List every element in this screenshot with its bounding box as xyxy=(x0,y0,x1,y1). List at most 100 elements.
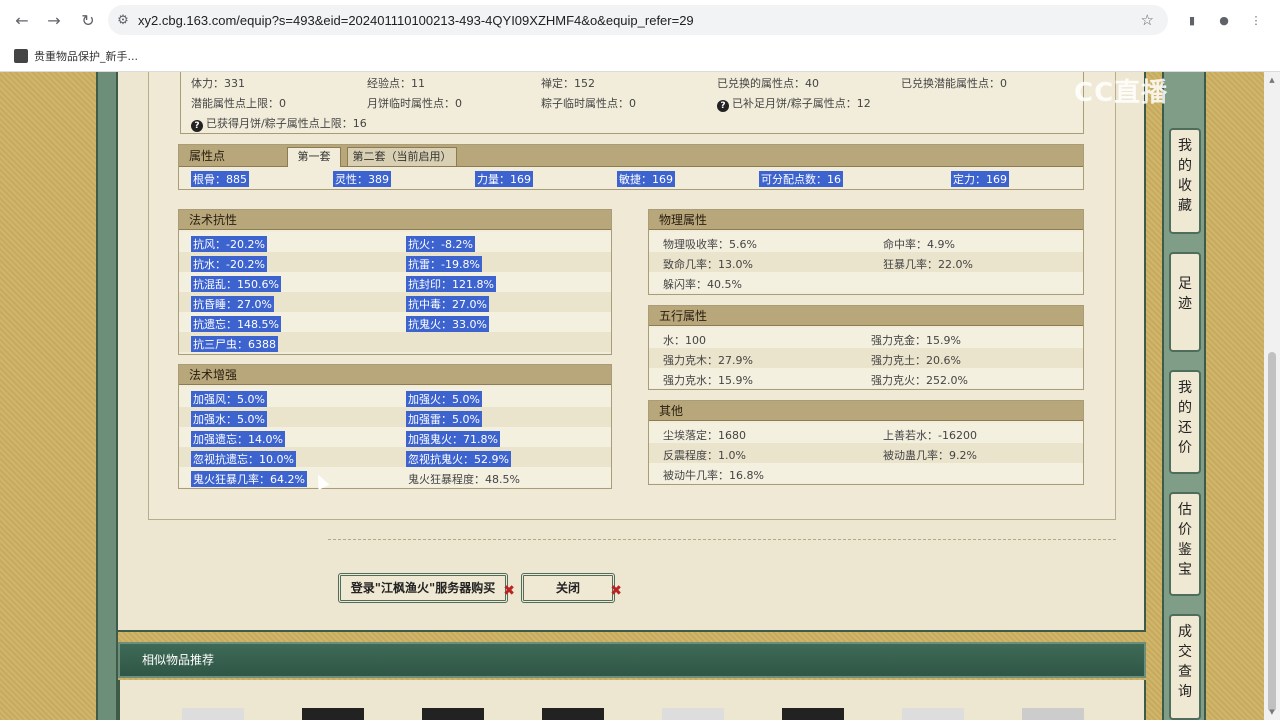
stat-text: 已兑换潜能属性点：0 xyxy=(901,77,1007,90)
enhance-box: 法术增强 加强风：5.0% 加强水：5.0% 加强遗忘：14.0% 忽视抗遗忘：… xyxy=(178,364,612,489)
item-thumbnail[interactable] xyxy=(302,708,364,720)
scrollbar-thumb[interactable] xyxy=(1268,352,1276,712)
physical-box: 物理属性 物理吸收率：5.6% 致命几率：13.0% 躲闪率：40.5% 命中率… xyxy=(648,209,1084,295)
login-buy-button[interactable]: 登录"江枫渔火"服务器购买 ✖ xyxy=(338,573,515,603)
attr-value: 敏捷：169 xyxy=(617,171,675,187)
scroll-down-icon[interactable]: ▼ xyxy=(1268,708,1276,716)
menu-kebab-icon[interactable]: ⋮ xyxy=(1244,8,1268,32)
url-text[interactable]: xy2.cbg.163.com/equip?s=493&eid=20240111… xyxy=(138,13,694,28)
physical-value: 物理吸收率：5.6% xyxy=(663,238,757,251)
browser-chrome: ← → ↻ ⚙ xy2.cbg.163.com/equip?s=493&eid=… xyxy=(0,0,1280,72)
item-thumbnail[interactable] xyxy=(1022,708,1084,720)
left-frame xyxy=(96,72,118,720)
resist-value: 抗封印：121.8% xyxy=(406,276,496,292)
divider xyxy=(328,539,1116,540)
resist-value: 抗三尸虫：6388 xyxy=(191,336,278,352)
browser-toolbar: ← → ↻ ⚙ xy2.cbg.163.com/equip?s=493&eid=… xyxy=(0,0,1280,40)
item-thumbnail[interactable] xyxy=(542,708,604,720)
stat-text: ? 已补足月饼/粽子属性点：12 xyxy=(717,95,871,112)
page-content: 体力：331 经验点：11 禅定：152 已兑换的属性点：40 已兑换潜能属性点… xyxy=(0,72,1264,720)
recommend-header: 相似物品推荐 xyxy=(118,642,1146,678)
stat-text: 经验点：11 xyxy=(367,77,425,90)
enhance-title: 法术增强 xyxy=(179,365,611,385)
stat-text-value: 已获得月饼/粽子属性点上限：16 xyxy=(206,117,367,130)
elements-title: 五行属性 xyxy=(649,306,1083,326)
bookmark-star-icon[interactable]: ☆ xyxy=(1141,11,1154,29)
side-menu-label: 成交查询 xyxy=(1178,624,1192,700)
item-thumbnail[interactable] xyxy=(422,708,484,720)
row-band xyxy=(649,328,1083,348)
side-menu-counteroffer[interactable]: 我的还价 xyxy=(1169,370,1201,474)
resist-value: 抗中毒：27.0% xyxy=(406,296,489,312)
elements-box: 五行属性 水：100 强力克木：27.9% 强力克水：15.9% 强力克金：15… xyxy=(648,305,1084,390)
other-value: 上善若水：-16200 xyxy=(883,429,977,442)
enhance-value: 鬼火狂暴程度：48.5% xyxy=(408,473,520,486)
scroll-up-icon[interactable]: ▲ xyxy=(1268,76,1276,84)
resist-value: 抗昏睡：27.0% xyxy=(191,296,274,312)
close-label: 关闭 xyxy=(555,581,580,595)
side-menu-label: 估价鉴宝 xyxy=(1178,502,1192,578)
item-thumbnail[interactable] xyxy=(662,708,724,720)
other-value: 被动牛几率：16.8% xyxy=(663,469,764,482)
enhance-value: 加强火：5.0% xyxy=(406,391,482,407)
physical-value: 狂暴几率：22.0% xyxy=(883,258,973,271)
attr-points-box: 属性点 第一套 第二套（当前启用） 根骨：885 灵性：389 力量：169 敏… xyxy=(178,144,1084,190)
help-icon[interactable]: ? xyxy=(717,100,729,112)
back-icon[interactable]: ← xyxy=(8,6,36,34)
bookmark-item[interactable]: 贵重物品保护_新手... xyxy=(34,48,138,64)
resist-value: 抗鬼火：33.0% xyxy=(406,316,489,332)
enhance-value: 加强风：5.0% xyxy=(191,391,267,407)
attr-value: 灵性：389 xyxy=(333,171,391,187)
item-thumbnail[interactable] xyxy=(902,708,964,720)
side-menu-label: 我的还价 xyxy=(1178,380,1192,456)
resist-value: 抗遗忘：148.5% xyxy=(191,316,281,332)
resist-title: 法术抗性 xyxy=(179,210,611,230)
side-menu-favorites[interactable]: 我的收藏 xyxy=(1169,128,1201,234)
other-value: 被动蛊几率：9.2% xyxy=(883,449,977,462)
other-title: 其他 xyxy=(649,401,1083,421)
recommend-list xyxy=(118,680,1146,720)
resist-value: 抗混乱：150.6% xyxy=(191,276,281,292)
resist-value: 抗风：-20.2% xyxy=(191,236,267,252)
tab-set-1[interactable]: 第一套 xyxy=(287,147,341,167)
bookmarks-bar: 贵重物品保护_新手... xyxy=(0,40,1280,72)
recommend-title: 相似物品推荐 xyxy=(142,653,215,667)
attr-value: 定力：169 xyxy=(951,171,1009,187)
reload-icon[interactable]: ↻ xyxy=(74,6,102,34)
resist-value: 抗火：-8.2% xyxy=(406,236,475,252)
physical-value: 致命几率：13.0% xyxy=(663,258,753,271)
element-value: 强力克水：15.9% xyxy=(663,374,753,387)
side-menu-transactions[interactable]: 成交查询 xyxy=(1169,614,1201,720)
stat-text-value: 已补足月饼/粽子属性点：12 xyxy=(732,97,871,110)
address-bar[interactable]: ⚙ xy2.cbg.163.com/equip?s=493&eid=202401… xyxy=(108,5,1168,35)
tab-set-2[interactable]: 第二套（当前启用） xyxy=(347,147,457,167)
stat-text: 潜能属性点上限：0 xyxy=(191,97,286,110)
help-icon[interactable]: ? xyxy=(191,120,203,132)
other-value: 尘埃落定：1680 xyxy=(663,429,746,442)
enhance-value: 加强鬼火：71.8% xyxy=(406,431,500,447)
forward-icon[interactable]: → xyxy=(40,6,68,34)
element-value: 强力克金：15.9% xyxy=(871,334,961,347)
top-stats-box: 体力：331 经验点：11 禅定：152 已兑换的属性点：40 已兑换潜能属性点… xyxy=(180,72,1084,134)
resist-value: 抗雷：-19.8% xyxy=(406,256,482,272)
side-menu-appraisal[interactable]: 估价鉴宝 xyxy=(1169,492,1201,596)
other-value: 反震程度：1.0% xyxy=(663,449,746,462)
item-thumbnail[interactable] xyxy=(182,708,244,720)
page-scrollbar[interactable]: ▲ ▼ xyxy=(1264,72,1280,720)
physical-value: 命中率：4.9% xyxy=(883,238,955,251)
profile-icon[interactable]: ● xyxy=(1212,8,1236,32)
stat-text: 已兑换的属性点：40 xyxy=(717,77,819,90)
element-value: 强力克木：27.9% xyxy=(663,354,753,367)
physical-title: 物理属性 xyxy=(649,210,1083,230)
side-panel-icon[interactable]: ▮ xyxy=(1180,8,1204,32)
site-info-icon[interactable]: ⚙ xyxy=(108,13,138,28)
side-menu-history[interactable]: 足迹 xyxy=(1169,252,1201,352)
item-thumbnail[interactable] xyxy=(782,708,844,720)
resist-box: 法术抗性 抗风：-20.2% 抗水：-20.2% 抗混乱：150.6% 抗昏睡：… xyxy=(178,209,612,355)
side-menu-label: 足迹 xyxy=(1178,276,1192,312)
stat-text: 体力：331 xyxy=(191,77,245,90)
element-value: 强力克土：20.6% xyxy=(871,354,961,367)
enhance-value: 加强雷：5.0% xyxy=(406,411,482,427)
attr-value: 可分配点数：16 xyxy=(759,171,843,187)
close-button[interactable]: 关闭 ✖ xyxy=(521,573,622,603)
